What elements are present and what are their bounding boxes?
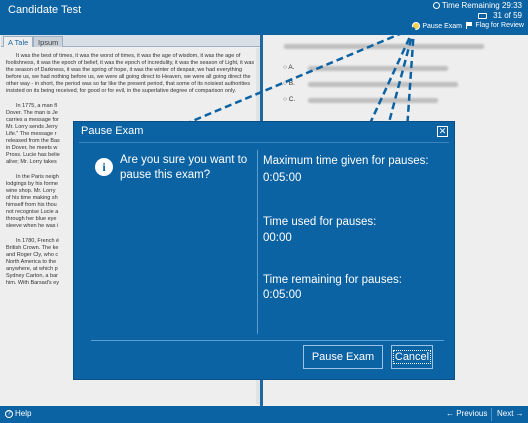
max-pause-value: 0:05:00 <box>263 172 302 184</box>
flag-icon <box>466 22 473 29</box>
bottom-bar: ? Help ← Previous Next → <box>0 406 528 423</box>
help-label: Help <box>15 409 32 418</box>
pause-icon <box>412 22 421 30</box>
question-progress: 31 of 59 <box>493 11 522 20</box>
info-icon: i <box>95 158 113 176</box>
confirm-question: Are you sure you want to pause this exam… <box>120 154 248 181</box>
question-counter: 31 of 59 <box>478 11 522 20</box>
time-remaining-text: Time Remaining 29:33 <box>441 1 522 10</box>
top-bar: Candidate Test Time Remaining 29:33 31 o… <box>0 0 528 22</box>
help-button[interactable]: ? Help <box>5 409 31 418</box>
used-pause-value: 00:00 <box>263 232 292 244</box>
network-icon <box>478 12 488 19</box>
close-icon[interactable]: ✕ <box>437 126 448 137</box>
help-icon: ? <box>5 409 13 418</box>
clock-icon <box>432 2 440 9</box>
divider <box>91 340 444 341</box>
divider <box>79 142 449 143</box>
divider <box>257 150 258 334</box>
time-remaining: Time Remaining 29:33 <box>432 1 522 10</box>
flag-for-review-button[interactable]: Flag for Review <box>466 22 524 29</box>
tool-bar: Pause Exam Flag for Review <box>0 22 528 35</box>
confirm-pause-button[interactable]: Pause Exam <box>303 345 383 369</box>
pause-exam-dialog: Pause Exam ✕ i Are you sure you want to … <box>73 121 455 380</box>
max-pause-label: Maximum time given for pauses: <box>263 155 429 167</box>
remaining-pause-value: 0:05:00 <box>263 289 302 301</box>
divider <box>491 408 492 421</box>
flag-label: Flag for Review <box>475 22 524 29</box>
pause-exam-label: Pause Exam <box>422 22 462 30</box>
app-title: Candidate Test <box>8 4 82 16</box>
cancel-button[interactable]: Cancel <box>391 345 433 369</box>
dialog-title: Pause Exam <box>81 125 144 137</box>
next-button[interactable]: Next → <box>497 409 524 418</box>
previous-button[interactable]: ← Previous <box>446 409 487 418</box>
pause-exam-button[interactable]: Pause Exam <box>412 22 462 30</box>
used-pause-label: Time used for pauses: <box>263 216 377 228</box>
remaining-pause-label: Time remaining for pauses: <box>263 274 402 286</box>
